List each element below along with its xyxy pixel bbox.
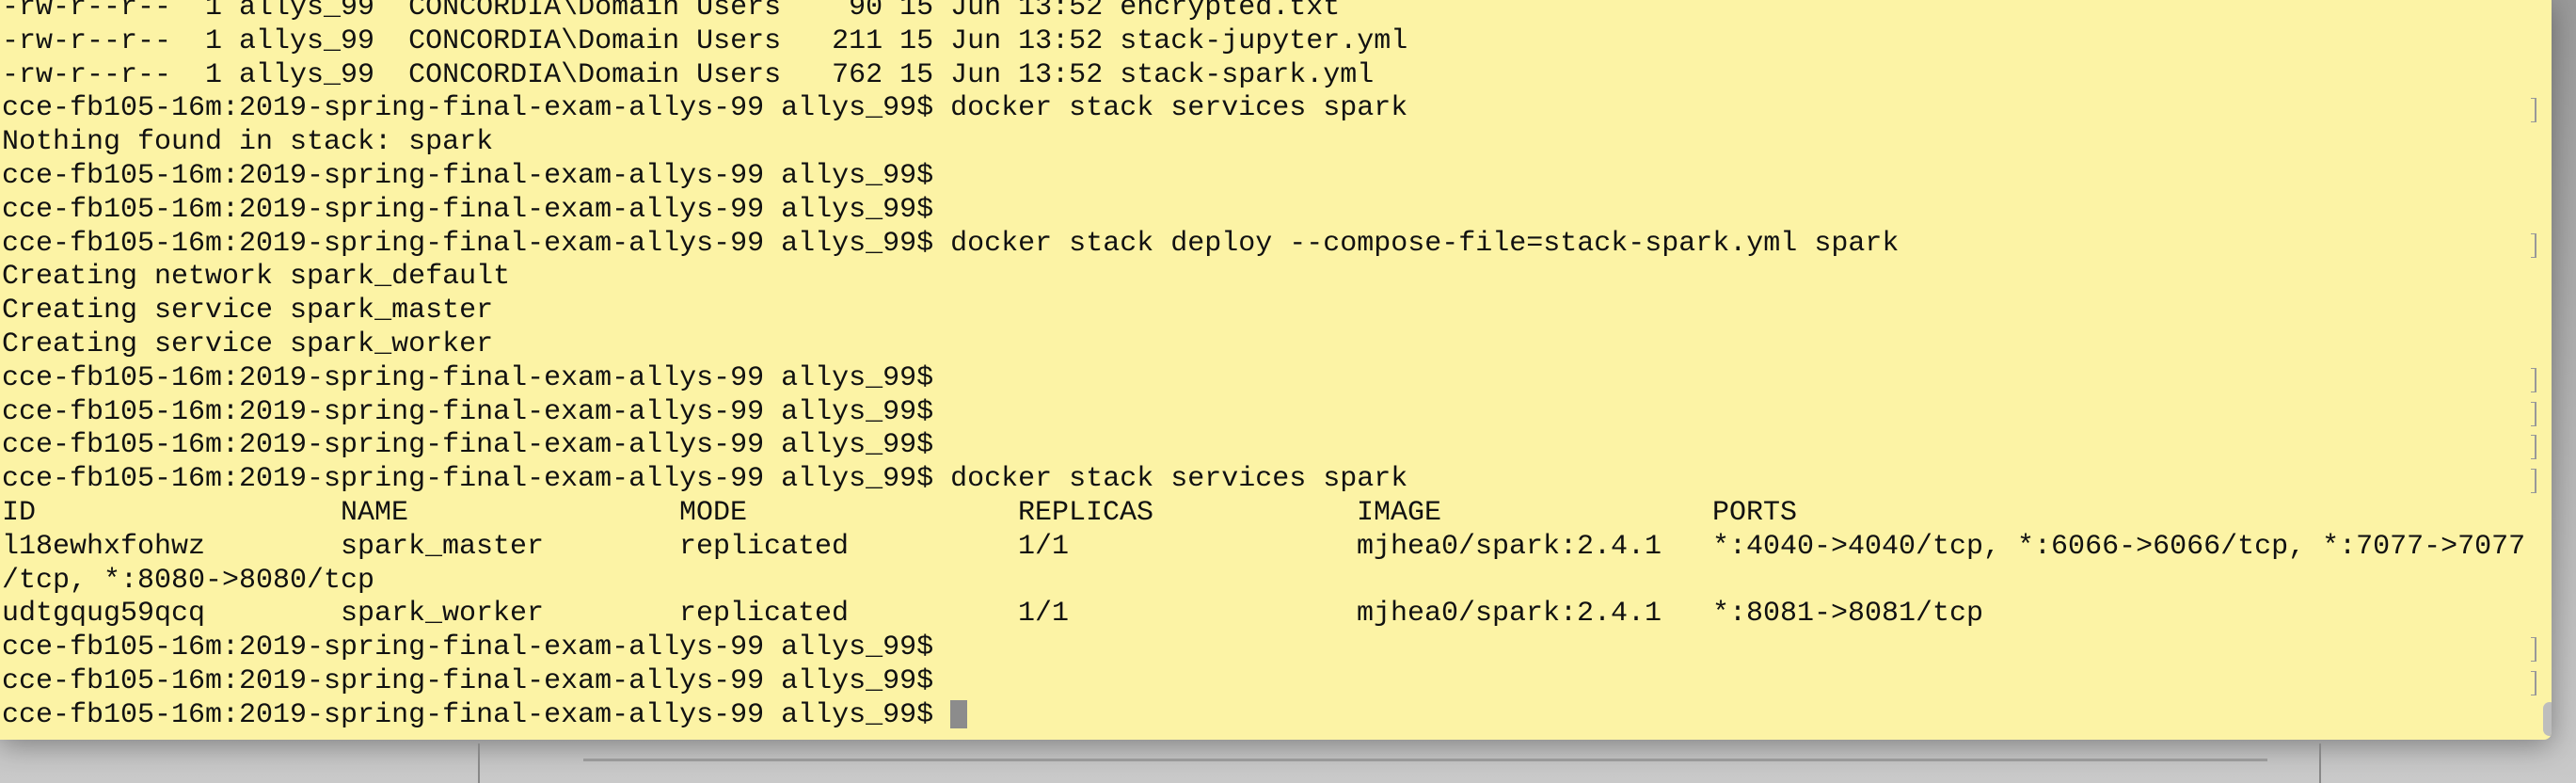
- table-cell: spark_worker: [341, 598, 545, 631]
- terminal-line: cce-fb105-16m:2019-spring-final-exam-all…: [2, 362, 2536, 396]
- terminal-line: cce-fb105-16m:2019-spring-final-exam-all…: [2, 193, 934, 226]
- table-header: ID NAME MODE REPLICAS IMAGE PORTS: [2, 497, 1899, 531]
- table-cell: ID: [2, 496, 37, 529]
- table-cell: REPLICAS: [1018, 496, 1154, 529]
- terminal-line: cce-fb105-16m:2019-spring-final-exam-all…: [2, 429, 2536, 463]
- table-cell: mjhea0/spark:2.4.1: [1357, 530, 1662, 563]
- terminal-line: -rw-r--r-- 1 allys_99 CONCORDIA\Domain U…: [2, 0, 1341, 24]
- terminal-line: cce-fb105-16m:2019-spring-final-exam-all…: [2, 463, 2536, 497]
- table-cell: spark_master: [341, 530, 545, 563]
- scrollbar[interactable]: [2536, 0, 2552, 740]
- terminal-output: -rw-r--r-- 1 allys_99 CONCORDIA\Domain U…: [2, 0, 2536, 733]
- table-cell: PORTS: [1712, 496, 1798, 529]
- terminal-line: -rw-r--r-- 1 allys_99 CONCORDIA\Domain U…: [2, 24, 1408, 57]
- table-cell: 1/1: [1018, 530, 1070, 563]
- terminal-line: Nothing found in stack: spark: [2, 126, 494, 159]
- window-divider: [2319, 743, 2321, 783]
- table-row: udtgqug59qcq spark_worker replicated 1/1 mjh…: [2, 598, 1983, 631]
- terminal-window[interactable]: -rw-r--r-- 1 allys_99 CONCORDIA\Domain U…: [0, 0, 2552, 740]
- terminal-line: cce-fb105-16m:2019-spring-final-exam-all…: [2, 159, 934, 192]
- table-cell: *:8081->8081/tcp: [1712, 598, 1984, 631]
- window-divider: [583, 759, 2267, 761]
- terminal-line: /tcp, *:8080->8080/tcp: [2, 564, 375, 597]
- table-cell: udtgqug59qcq: [2, 598, 206, 631]
- scrollbar-thumb[interactable]: [2543, 702, 2552, 736]
- terminal-line: cce-fb105-16m:2019-spring-final-exam-all…: [2, 92, 2536, 126]
- terminal-line: Creating service spark_master: [2, 295, 494, 328]
- terminal-line: cce-fb105-16m:2019-spring-final-exam-all…: [2, 631, 2536, 665]
- table-cell: NAME: [341, 496, 409, 529]
- text-cursor[interactable]: [950, 699, 968, 728]
- terminal-line: Creating network spark_default: [2, 261, 511, 294]
- terminal-line: Creating service spark_worker: [2, 328, 494, 360]
- table-cell: IMAGE: [1357, 496, 1442, 529]
- terminal-line: cce-fb105-16m:2019-spring-final-exam-all…: [2, 228, 2536, 262]
- current-prompt-line: cce-fb105-16m:2019-spring-final-exam-all…: [2, 699, 1899, 733]
- terminal-line: cce-fb105-16m:2019-spring-final-exam-all…: [2, 396, 2536, 430]
- table-row: l18ewhxfohwz spark_master replicated 1/1 mjh…: [2, 530, 2525, 565]
- table-cell: MODE: [679, 496, 748, 529]
- terminal-line: cce-fb105-16m:2019-spring-final-exam-all…: [2, 665, 2536, 699]
- prompt: cce-fb105-16m:2019-spring-final-exam-all…: [2, 698, 951, 731]
- table-cell: *:4040->4040/tcp, *:6066->6066/tcp, *:70…: [1712, 530, 2526, 563]
- terminal-line: -rw-r--r-- 1 allys_99 CONCORDIA\Domain U…: [2, 58, 1375, 91]
- table-cell: 1/1: [1018, 598, 1070, 631]
- table-cell: replicated: [679, 598, 850, 631]
- table-cell: l18ewhxfohwz: [2, 530, 206, 563]
- table-cell: replicated: [679, 530, 850, 563]
- window-divider: [478, 743, 480, 783]
- table-cell: mjhea0/spark:2.4.1: [1357, 598, 1662, 631]
